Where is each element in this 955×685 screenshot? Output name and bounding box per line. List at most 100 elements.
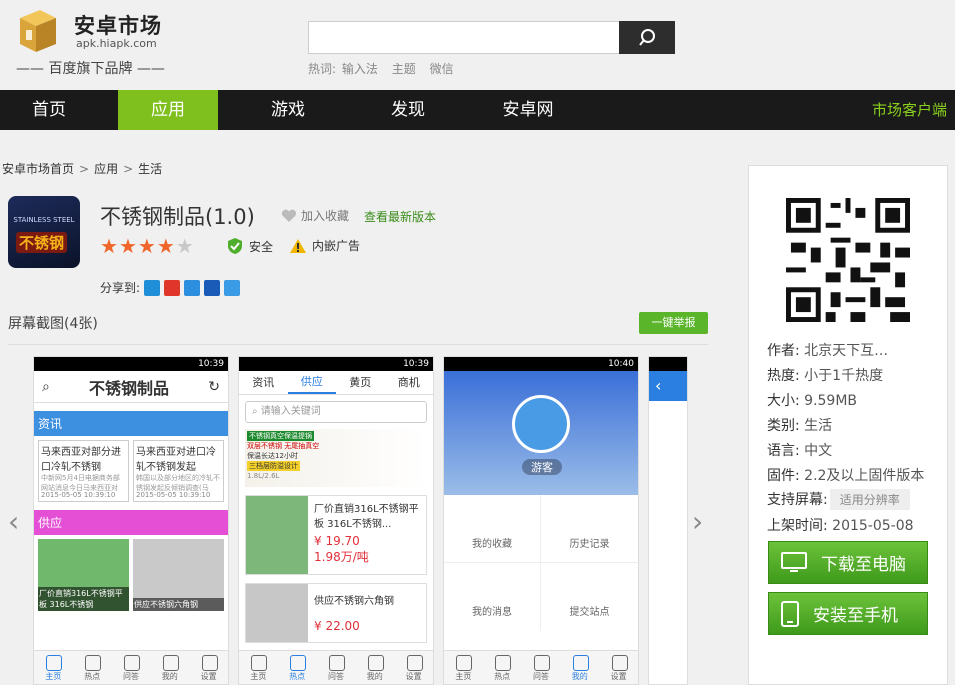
nav-client-link[interactable]: 市场客户端: [872, 90, 947, 130]
grid-item-messages: 我的消息: [444, 563, 541, 631]
breadcrumb-life[interactable]: 生活: [138, 162, 162, 176]
next-arrow-icon[interactable]: ›: [692, 505, 703, 538]
shot1-supply-list: 厂价直销316L不锈钢平板 316L不锈钢 供应不锈钢六角钢: [34, 535, 228, 615]
breadcrumb-home[interactable]: 安卓市场首页: [2, 162, 74, 176]
banner-line: 不锈钢真空保温提锅: [247, 431, 314, 441]
screenshot-3[interactable]: 10:40 游客 我的收藏 历史记录 我的消息 提交站点 主页 热点 问答 我的…: [443, 356, 639, 685]
search-button[interactable]: [619, 21, 675, 54]
tab-home: 主页: [34, 651, 73, 684]
safe-badge: 安全: [226, 237, 273, 255]
tab-settings: 设置: [189, 651, 228, 684]
share-weibo-icon[interactable]: [164, 279, 181, 296]
logo-title: 安卓市场: [74, 14, 162, 38]
add-favorite-button[interactable]: 加入收藏: [281, 207, 349, 224]
hot-words: 热词: 输入法 主题 微信: [308, 60, 464, 77]
nav-item-home[interactable]: 首页: [0, 90, 98, 130]
nav-item-discover[interactable]: 发现: [358, 90, 458, 130]
hot-word[interactable]: 输入法: [342, 62, 378, 76]
logo[interactable]: 安卓市场 apk.hiapk.com —— 百度旗下品牌 ——: [12, 6, 165, 80]
item-title: 厂价直销316L不锈钢平板 316L不锈钢...: [314, 504, 419, 530]
info-value: 2015-05-08: [832, 518, 914, 534]
shot1-section-news: 资讯: [34, 411, 228, 436]
banner-line: 1.8L/2.6L: [247, 472, 280, 480]
share-label: 分享到:: [100, 281, 141, 295]
info-release-date: 上架时间: 2015-05-08: [767, 515, 914, 535]
nav-item-apps[interactable]: 应用: [118, 90, 218, 130]
screenshots-title: 屏幕截图(4张): [8, 316, 98, 332]
tab-qa: 问答: [112, 651, 151, 684]
hot-word[interactable]: 主题: [392, 62, 416, 76]
info-popularity: 热度: 小于1千热度: [767, 365, 883, 385]
tab-news: 资讯: [252, 376, 275, 389]
grid-item-submit: 提交站点: [569, 607, 610, 618]
safe-label: 安全: [249, 239, 274, 254]
tab-supply: 供应: [287, 371, 336, 394]
item-price: ¥ 19.70: [314, 534, 360, 548]
phone-icon: [781, 600, 799, 627]
info-label: 支持屏幕:: [767, 492, 828, 508]
grid-item-favorites: 我的收藏: [444, 495, 541, 563]
shot1-news-list: 马来西亚对部分进口冷轧不锈钢 中新网5月4日电据商务部网站消息今日马来西亚对 2…: [34, 436, 228, 506]
info-firmware: 固件: 2.2及以上固件版本: [767, 465, 924, 485]
star-icon: ★: [118, 234, 137, 258]
monitor-icon: [781, 551, 807, 572]
status-bar: 10:39: [34, 357, 228, 371]
tab-business: 商机: [397, 376, 420, 389]
share-tencent-icon[interactable]: [184, 279, 201, 296]
screenshot-2[interactable]: 10:39 资讯 供应 黄页 商机 ⌕ 请输入关键词 不锈钢真空保温提锅 双层不…: [238, 356, 434, 685]
nav-item-android-net[interactable]: 安卓网: [478, 90, 578, 130]
ads-badge: 内嵌广告: [289, 237, 360, 254]
shot3-profile-header: 游客: [444, 371, 638, 495]
latest-version-link[interactable]: 查看最新版本: [364, 208, 436, 225]
news-desc: 韩国以及部分地区的冷轧不锈钢发起反倾销调查(马: [136, 474, 220, 491]
tab-settings: 设置: [599, 651, 638, 684]
share-more-icon[interactable]: [224, 279, 241, 296]
shot2-tabbar: 主页 热点 问答 我的 设置: [239, 650, 433, 684]
banner-line: 双层不锈钢 无尾抽真空: [247, 442, 320, 450]
info-author: 作者: 北京天下互…: [767, 340, 888, 360]
tab-hot: 热点: [73, 651, 112, 684]
search-icon: ⌕: [252, 406, 258, 417]
info-value: 2.2及以上固件版本: [804, 468, 925, 484]
search-icon: ⌕: [42, 378, 50, 395]
info-value: 中文: [804, 443, 833, 459]
star-icon: ★: [100, 234, 118, 258]
logo-box-icon: [20, 10, 56, 52]
screen-tag[interactable]: 适用分辨率: [829, 489, 910, 510]
add-favorite-label: 加入收藏: [301, 209, 350, 223]
item-price: ¥ 22.00: [314, 619, 360, 633]
info-screen: 支持屏幕: 适用分辨率: [767, 489, 910, 510]
install-phone-button[interactable]: 安装至手机: [768, 592, 928, 635]
shot1-title: 不锈钢制品: [89, 378, 170, 398]
screenshot-1[interactable]: 10:39 ⌕ 不锈钢制品 ↻ 资讯 马来西亚对部分进口冷轧不锈钢 中新网5月4…: [33, 356, 229, 685]
hot-label: 热词:: [308, 62, 337, 76]
shot1-tabbar: 主页 热点 问答 我的 设置: [34, 650, 228, 684]
warning-icon: [290, 238, 306, 253]
list-item: 马来西亚对进口冷轧不锈钢发起 韩国以及部分地区的冷轧不锈钢发起反倾销调查(马 2…: [133, 440, 224, 502]
status-bar: 10:39: [239, 357, 433, 371]
prev-arrow-icon[interactable]: ‹: [8, 505, 19, 538]
info-value: 9.59MB: [804, 393, 858, 409]
tab-hot: 热点: [278, 651, 317, 684]
news-date: 2015-05-05 10:39:10: [41, 491, 116, 499]
share-renren-icon[interactable]: [204, 279, 221, 296]
shot3-tabbar: 主页 热点 问答 我的 设置: [444, 650, 638, 684]
banner-line: 保温长达12小时: [247, 452, 298, 460]
search-input[interactable]: [308, 21, 620, 54]
tab-mine: 我的: [355, 651, 394, 684]
breadcrumb-apps[interactable]: 应用: [94, 162, 118, 176]
download-pc-button[interactable]: 下载至电脑: [768, 541, 928, 584]
tab-qa: 问答: [317, 651, 356, 684]
hot-word[interactable]: 微信: [430, 62, 454, 76]
nav-item-games[interactable]: 游戏: [238, 90, 338, 130]
report-button[interactable]: 一键举报: [639, 312, 708, 334]
share-qzone-icon[interactable]: [144, 279, 161, 296]
guest-label: 游客: [522, 459, 562, 475]
logo-url: apk.hiapk.com: [76, 37, 157, 50]
tab-home: 主页: [239, 651, 278, 684]
ads-label: 内嵌广告: [312, 239, 361, 253]
info-category: 类别: 生活: [767, 415, 832, 435]
info-label: 热度:: [767, 368, 800, 384]
screenshot-4[interactable]: ‹: [648, 356, 688, 685]
info-value: 生活: [804, 418, 833, 434]
